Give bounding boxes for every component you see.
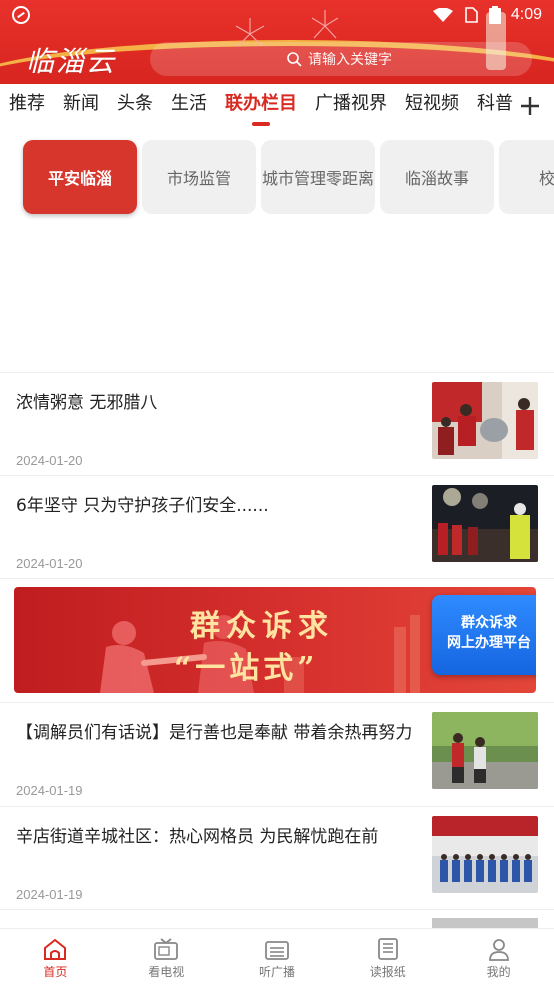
channel-tabs: 推荐 新闻 头条 生活 联办栏目 广播视界 短视频 科普E <box>0 84 554 128</box>
news-thumbnail <box>432 712 538 789</box>
news-date: 2024-01-20 <box>16 556 83 571</box>
news-title: 【调解员们有话说】是行善也是奉献 带着余热再努力 <box>16 723 413 743</box>
app-logo: 临淄云 <box>26 45 117 78</box>
add-channel-button[interactable] <box>514 90 546 122</box>
subcat-more[interactable]: 校 <box>499 140 554 214</box>
bottom-tab-label: 读报纸 <box>369 965 406 979</box>
news-date: 2024-01-19 <box>16 783 83 798</box>
news-item[interactable]: 【调解员们有话说】是行善也是奉献 带着余热再努力 2024-01-19 <box>0 703 554 806</box>
sim-card-icon <box>465 7 478 23</box>
subcat-linzi-stories[interactable]: 临淄故事 <box>380 140 494 214</box>
tab-short-video[interactable]: 短视频 <box>396 84 468 128</box>
tab-news[interactable]: 新闻 <box>54 84 108 128</box>
wifi-icon <box>432 8 453 22</box>
news-thumbnail <box>432 382 538 459</box>
app-header: 4:09 临淄云 请输入关键字 <box>0 0 554 84</box>
news-thumbnail <box>432 816 538 893</box>
badge-line-2: 网上办理平台 <box>447 635 531 651</box>
subcat-city-management[interactable]: 城市管理零距离 <box>261 140 375 214</box>
bottom-tab-label: 首页 <box>43 965 68 979</box>
bottom-tab-label: 我的 <box>486 965 511 979</box>
subcategory-strip: 平安临淄 市场监管 城市管理零距离 临淄故事 校 <box>0 136 554 220</box>
battery-icon <box>488 6 501 24</box>
divider <box>0 578 554 579</box>
news-title: 浓情粥意 无邪腊八 <box>16 393 158 413</box>
news-item[interactable]: 浓情粥意 无邪腊八 2024-01-20 <box>0 373 554 476</box>
user-icon <box>488 939 509 961</box>
home-icon <box>44 938 67 960</box>
bottom-tab-radio[interactable]: 听广播 <box>222 929 333 984</box>
news-item[interactable]: 辛店街道辛城社区：热心网格员 为民解忧跑在前 2024-01-19 <box>0 807 554 910</box>
subcat-safe-linzi[interactable]: 平安临淄 <box>23 140 137 214</box>
tv-icon <box>154 938 179 960</box>
status-bar: 4:09 <box>0 0 554 30</box>
bottom-tab-home[interactable]: 首页 <box>0 929 111 984</box>
radio-icon <box>265 941 289 960</box>
newspaper-icon <box>377 938 398 960</box>
status-time: 4:09 <box>510 6 542 23</box>
plus-icon <box>521 97 539 115</box>
tab-headlines[interactable]: 头条 <box>108 84 162 128</box>
divider <box>0 909 554 910</box>
news-date: 2024-01-20 <box>16 453 83 468</box>
search-bar[interactable]: 请输入关键字 <box>150 42 532 76</box>
tab-life[interactable]: 生活 <box>162 84 216 128</box>
bottom-tab-tv[interactable]: 看电视 <box>111 929 222 984</box>
search-icon <box>287 52 302 67</box>
bottom-tab-profile[interactable]: 我的 <box>443 929 554 984</box>
news-thumbnail <box>432 485 538 562</box>
news-title: 6年坚守 只为守护孩子们安全...... <box>16 496 269 516</box>
tab-recommend[interactable]: 推荐 <box>0 84 54 128</box>
news-thumbnail-partial <box>432 918 538 928</box>
bottom-tab-newspaper[interactable]: 读报纸 <box>332 929 443 984</box>
tab-broadcast-view[interactable]: 广播视界 <box>306 84 396 128</box>
banner-subtitle: “一站式” <box>174 651 319 686</box>
news-date: 2024-01-19 <box>16 887 83 902</box>
bottom-navigation: 首页 看电视 听广播 读报纸 我的 <box>0 928 554 984</box>
promo-banner[interactable]: 群众诉求 “一站式” 群众诉求 网上办理平台 <box>14 587 536 693</box>
news-title: 辛店街道辛城社区：热心网格员 为民解忧跑在前 <box>16 827 379 847</box>
tab-joint-columns[interactable]: 联办栏目 <box>216 84 306 128</box>
subcat-market-supervision[interactable]: 市场监管 <box>142 140 256 214</box>
online-platform-badge[interactable]: 群众诉求 网上办理平台 <box>432 595 536 675</box>
badge-line-1: 群众诉求 <box>461 615 517 631</box>
news-item[interactable]: 6年坚守 只为守护孩子们安全...... 2024-01-20 <box>0 476 554 579</box>
app-notification-icon <box>12 6 30 24</box>
bottom-tab-label: 看电视 <box>148 965 185 979</box>
banner-title: 群众诉求 <box>190 609 334 644</box>
bottom-tab-label: 听广播 <box>258 965 295 979</box>
search-placeholder: 请输入关键字 <box>308 52 392 68</box>
